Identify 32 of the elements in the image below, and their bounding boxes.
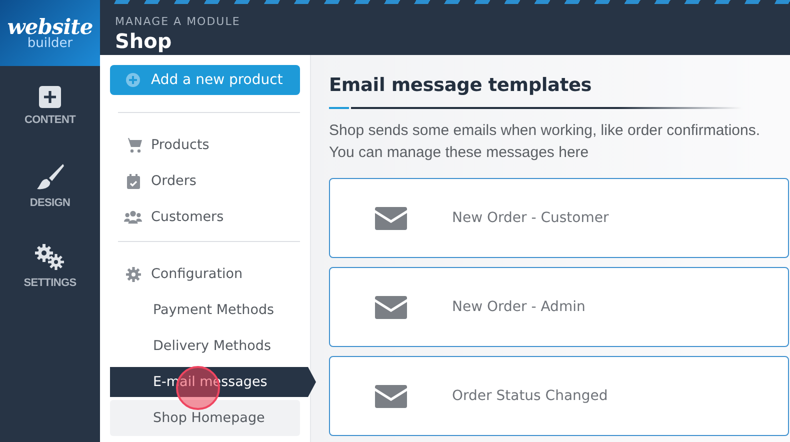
- envelope-icon: [375, 384, 407, 408]
- nav-item[interactable]: SETTINGS: [0, 226, 100, 306]
- brush-icon: [35, 163, 65, 191]
- menu-item[interactable]: Shop Homepage: [110, 400, 300, 436]
- envelope-icon: [375, 296, 407, 318]
- calendar-icon: [126, 174, 140, 188]
- envelope-icon: [375, 206, 407, 230]
- template-card[interactable]: New Order - Customer: [329, 178, 789, 258]
- gear-icon: [126, 266, 140, 282]
- menu-item[interactable]: Orders: [110, 163, 300, 199]
- nav-item[interactable]: DESIGN: [0, 146, 100, 226]
- description: Shop sends some emails when working, like order confirmations. You can manage these messages here: [329, 121, 762, 163]
- template-card[interactable]: New Order - Admin: [329, 267, 789, 347]
- plus-icon: [39, 86, 61, 108]
- add-product-button[interactable]: Add a new product: [110, 65, 300, 95]
- nav-item[interactable]: CONTENT: [0, 66, 100, 146]
- menu-item[interactable]: Configuration: [110, 256, 300, 292]
- menu-item[interactable]: Delivery Methods: [110, 328, 300, 364]
- module-title: Shop: [115, 29, 173, 53]
- users-icon: [124, 210, 142, 224]
- gears-icon: [34, 243, 66, 271]
- template-card[interactable]: Order Status Changed: [329, 356, 789, 436]
- menu-item[interactable]: Payment Methods: [110, 292, 300, 328]
- plus-circle-icon: [126, 73, 140, 87]
- menu-item[interactable]: Customers: [110, 199, 300, 235]
- template-name: Order Status Changed: [452, 388, 608, 404]
- menu-item[interactable]: Products: [110, 127, 300, 163]
- template-name: New Order - Admin: [452, 299, 586, 315]
- template-name: New Order - Customer: [452, 210, 609, 226]
- section-title: Email message templates: [329, 75, 593, 96]
- header-overline: MANAGE A MODULE: [115, 15, 242, 28]
- logo: website builder: [0, 0, 100, 66]
